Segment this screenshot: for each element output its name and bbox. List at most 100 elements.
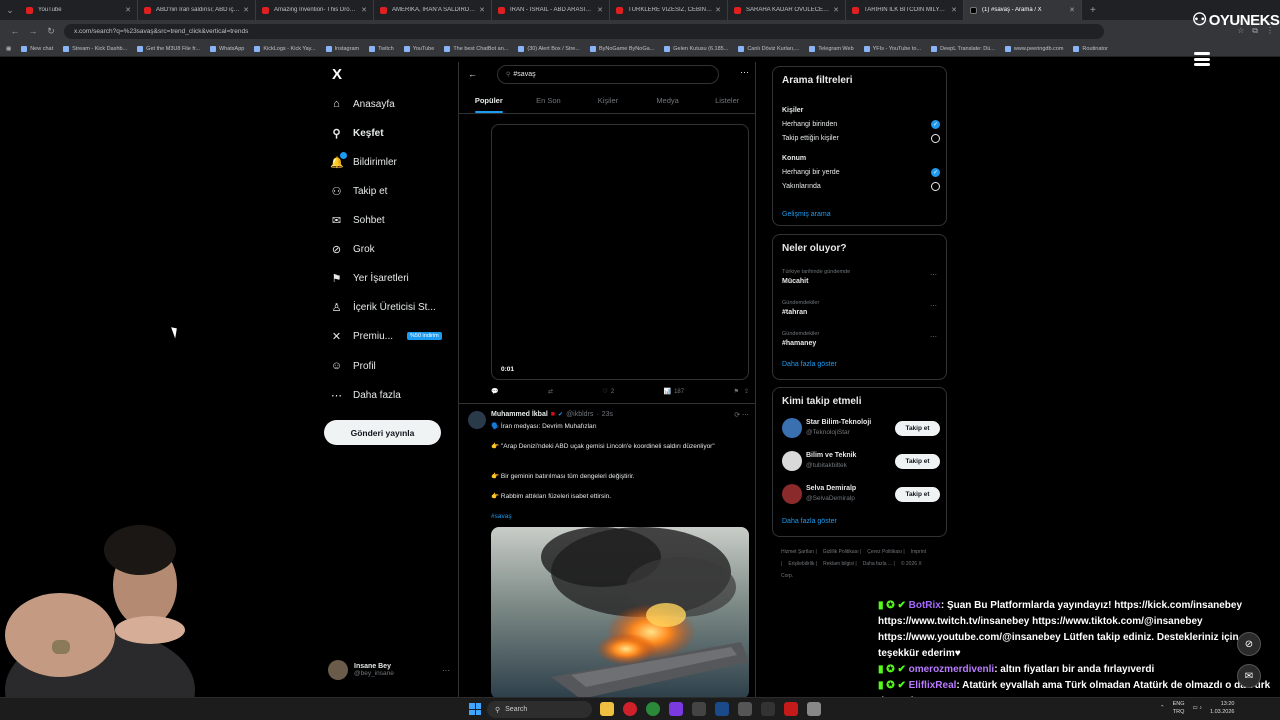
bookmark-item[interactable]: (30) Alert Box / Stre... xyxy=(518,46,580,52)
file-explorer-icon[interactable] xyxy=(600,702,614,716)
bookmark-item[interactable]: KickLogs - Kick Yay... xyxy=(254,46,316,52)
footer-link[interactable]: Daha fazla ... | xyxy=(863,561,895,567)
forward-icon[interactable]: → xyxy=(24,26,42,36)
tray-chevron-icon[interactable]: ⌃ xyxy=(1160,705,1165,711)
reload-icon[interactable]: ↻ xyxy=(42,26,60,37)
opera-icon[interactable] xyxy=(623,702,637,716)
bookmark-item[interactable]: Stream - Kick Dashb... xyxy=(63,46,127,52)
nav-item-profil[interactable]: ☺ Profil xyxy=(330,356,376,376)
chat-username[interactable]: BotRix xyxy=(909,600,941,611)
obs-icon[interactable] xyxy=(738,702,752,716)
avatar[interactable] xyxy=(782,451,802,471)
who-to-follow-show-more[interactable]: Daha fazla göster xyxy=(782,518,837,525)
bookmark-item[interactable]: ByNoGame ByNoGa... xyxy=(589,46,654,52)
bookmark-item[interactable]: New chat xyxy=(21,46,53,52)
tweet-more-icon[interactable]: ⟳ ⋯ xyxy=(734,411,749,419)
video-player[interactable]: 0:01 xyxy=(491,124,749,380)
steam-icon[interactable] xyxy=(715,702,729,716)
browser-tab[interactable]: YouTube ✕ xyxy=(20,0,138,20)
trend-name[interactable]: #tahran xyxy=(782,309,807,316)
location-option-near[interactable]: Yakınlarında xyxy=(782,182,940,191)
tweet-handle[interactable]: @ikbldrs xyxy=(566,411,593,418)
follow-suggestion[interactable]: Star Bilim-Teknoloji @TeknolojiStar Takip … xyxy=(782,418,940,440)
tab-search-icon[interactable]: ⌄ xyxy=(0,0,20,20)
bookmark-item[interactable]: Twitch xyxy=(369,46,394,52)
radio-checked-icon[interactable]: ✓ xyxy=(931,120,940,129)
radio-checked-icon[interactable]: ✓ xyxy=(931,168,940,177)
more-icon[interactable]: ⋯ xyxy=(442,666,450,675)
follow-button[interactable]: Takip et xyxy=(895,454,940,469)
chat-settings-icon[interactable]: ⊘ xyxy=(1237,632,1261,656)
post-button[interactable]: Gönderi yayınla xyxy=(324,420,441,445)
app-icon[interactable] xyxy=(807,702,821,716)
close-tab-icon[interactable]: ✕ xyxy=(361,6,367,14)
chat-username[interactable]: omerozmerdivenli xyxy=(909,664,995,675)
trend-more-icon[interactable]: ⋯ xyxy=(930,302,937,310)
tweet-author-name[interactable]: Muhammed İkbal xyxy=(491,411,548,418)
nav-item-daha-fazla[interactable]: ⋯ Daha fazla xyxy=(330,385,401,405)
bookmark-item[interactable]: DeepL Translate: Dü... xyxy=(931,46,995,52)
nav-item-grok[interactable]: ⊘ Grok xyxy=(330,239,375,259)
nav-item-yer-i-şaretleri[interactable]: ⚑ Yer İşaretleri xyxy=(330,268,409,288)
close-tab-icon[interactable]: ✕ xyxy=(243,6,249,14)
bookmark-item[interactable]: YFIs - YouTube to... xyxy=(863,46,921,52)
radio-icon[interactable] xyxy=(931,182,940,191)
browser-tab[interactable]: AMERİKA, İRAN'A SALDIRDI | ... ✕ xyxy=(374,0,492,20)
footer-link[interactable]: Reklam bilgisi | xyxy=(823,561,857,567)
footer-link[interactable]: Çerez Politikası | xyxy=(867,549,904,555)
app-icon[interactable] xyxy=(784,702,798,716)
suggestion-name[interactable]: Selva Demiralp xyxy=(806,485,856,492)
browser-tab[interactable]: ABD'nin İran saldırısı; ABD için... ✕ xyxy=(138,0,256,20)
location-option-anywhere[interactable]: Herhangi bir yerde ✓ xyxy=(782,168,940,177)
browser-tab[interactable]: (1) #savaş - Arama / X ✕ xyxy=(964,0,1082,20)
chrome-icon[interactable] xyxy=(646,702,660,716)
avatar[interactable] xyxy=(782,484,802,504)
nav-item-anasayfa[interactable]: ⌂ Anasayfa xyxy=(330,94,395,114)
chat-username[interactable]: EliflixReal xyxy=(909,680,957,691)
back-arrow-icon[interactable]: ← xyxy=(468,69,477,79)
radio-icon[interactable] xyxy=(931,134,940,143)
tab-medya[interactable]: Medya xyxy=(638,88,698,113)
follow-suggestion[interactable]: Selva Demiralp @SelvaDemiralp Takip et xyxy=(782,484,940,506)
bookmark-item[interactable]: The best ChatBot an... xyxy=(444,46,508,52)
footer-link[interactable]: Gizlilik Politikası | xyxy=(823,549,862,555)
more-options-icon[interactable]: ⋯ xyxy=(740,67,749,78)
back-icon[interactable]: ← xyxy=(6,26,24,36)
nav-item-bildirimler[interactable]: 🔔 Bildirimler xyxy=(330,151,397,172)
bookmark-item[interactable]: Instagram xyxy=(325,46,359,52)
close-tab-icon[interactable]: ✕ xyxy=(125,6,131,14)
discord-icon[interactable] xyxy=(669,702,683,716)
follow-suggestion[interactable]: Bilim ve Teknik @tubitakbiltek Takip et xyxy=(782,451,940,473)
bookmark-icon[interactable]: ⚑ ⇪ xyxy=(734,388,749,395)
trend-name[interactable]: #hamaney xyxy=(782,340,816,347)
footer-link[interactable]: Erişilebilirlik | xyxy=(788,561,817,567)
close-tab-icon[interactable]: ✕ xyxy=(597,6,603,14)
trend-more-icon[interactable]: ⋯ xyxy=(930,271,937,279)
follow-button[interactable]: Takip et xyxy=(895,487,940,502)
url-field[interactable]: x.com/search?q=%23savaş&src=trend_click&… xyxy=(64,23,1104,39)
x-logo[interactable]: X xyxy=(332,66,342,83)
avatar[interactable] xyxy=(468,411,486,429)
suggestion-name[interactable]: Bilim ve Teknik xyxy=(806,452,856,459)
browser-tab[interactable]: İRAN - İSRAİL - ABD ARASINDA... ✕ xyxy=(492,0,610,20)
apps-icon[interactable]: ▦ xyxy=(6,46,11,52)
bookmark-item[interactable]: Gelen Kutusu (6.185... xyxy=(664,46,728,52)
avatar[interactable] xyxy=(782,418,802,438)
tab-popüler[interactable]: Popüler xyxy=(459,88,519,113)
account-switcher[interactable]: Insane Bey @bey_insane ⋯ xyxy=(328,660,450,680)
browser-tab[interactable]: TÜRKLERE VİZESİZ, CEBİNİZİ W...✕ xyxy=(610,0,728,20)
search-input[interactable]: ⚲ #savaş xyxy=(497,65,719,84)
trends-show-more[interactable]: Daha fazla göster xyxy=(782,361,837,368)
bookmark-item[interactable]: WhatsApp xyxy=(209,46,244,52)
windows-start-icon[interactable] xyxy=(469,703,481,715)
close-tab-icon[interactable]: ✕ xyxy=(1069,6,1075,14)
people-option-following[interactable]: Takip ettiğin kişiler xyxy=(782,134,940,143)
bookmark-item[interactable]: Get the M3U8 File fr... xyxy=(137,46,200,52)
tab-kişiler[interactable]: Kişiler xyxy=(578,88,638,113)
close-tab-icon[interactable]: ✕ xyxy=(833,6,839,14)
network-icon[interactable]: ▭ ♪ xyxy=(1193,705,1202,711)
browser-tab[interactable]: SARAHA KADAR ÖVÜLECEK ON...✕ xyxy=(728,0,846,20)
footer-link[interactable]: Hizmet Şartları | xyxy=(781,549,817,555)
reply-icon[interactable]: 💬 xyxy=(491,388,498,395)
chat-mail-icon[interactable]: ✉ xyxy=(1237,664,1261,688)
